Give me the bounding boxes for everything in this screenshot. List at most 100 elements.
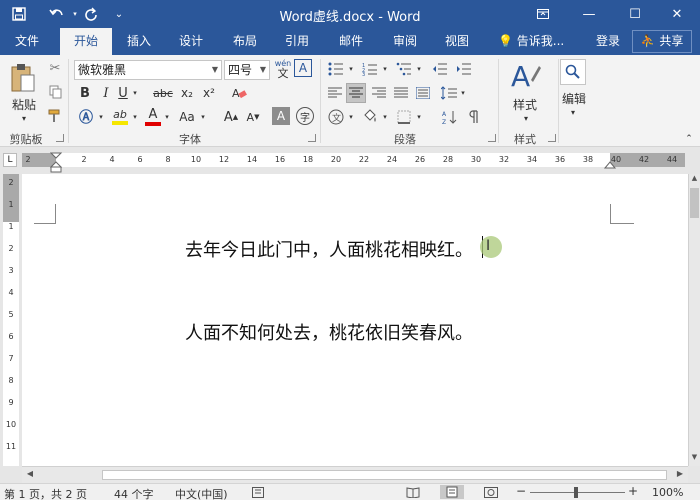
character-shading-button[interactable]: A bbox=[272, 107, 290, 125]
tab-view[interactable]: 视图 bbox=[432, 28, 482, 55]
align-left-icon[interactable] bbox=[326, 83, 344, 103]
document-line-2[interactable]: 人面不知何处去，桃花依旧笑春风。 bbox=[185, 319, 473, 345]
styles-button-label[interactable]: 样式 bbox=[506, 97, 544, 112]
copy-icon[interactable] bbox=[46, 83, 64, 101]
font-color-button[interactable]: A bbox=[144, 105, 162, 127]
scroll-right-icon[interactable]: ▶ bbox=[674, 469, 686, 478]
clear-formatting-icon[interactable]: A bbox=[230, 83, 248, 103]
paste-dropdown-icon[interactable]: ▾ bbox=[18, 113, 30, 123]
horizontal-ruler[interactable]: L 2 2 4 6 8 10 12 14 16 18 20 22 24 26 28 30 32 34 36 38 40 4… bbox=[0, 147, 700, 174]
superscript-button[interactable]: x² bbox=[200, 83, 218, 103]
scroll-down-icon[interactable]: ▼ bbox=[689, 453, 700, 465]
vertical-scrollbar[interactable]: ▲ ▼ bbox=[688, 174, 700, 466]
collapse-ribbon-icon[interactable]: ⌃ bbox=[682, 133, 696, 145]
close-button[interactable]: ✕ bbox=[654, 0, 700, 28]
ribbon-display-options-icon[interactable] bbox=[520, 0, 566, 28]
document-page[interactable]: 去年今日此门中，人面桃花相映红。 Ⅰ 人面不知何处去，桃花依旧笑春风。 bbox=[22, 174, 688, 466]
tab-home[interactable]: 开始 bbox=[60, 28, 112, 55]
numbering-icon[interactable]: 123 bbox=[360, 59, 380, 79]
bullets-icon[interactable] bbox=[326, 59, 346, 79]
tab-layout[interactable]: 布局 bbox=[220, 28, 270, 55]
scroll-up-icon[interactable]: ▲ bbox=[689, 174, 700, 186]
read-mode-icon[interactable] bbox=[406, 487, 420, 500]
share-button[interactable]: ⛹ 共享 bbox=[632, 30, 692, 53]
vertical-scroll-thumb[interactable] bbox=[690, 188, 699, 218]
line-spacing-icon[interactable] bbox=[440, 83, 458, 103]
distributed-icon[interactable] bbox=[414, 83, 432, 103]
italic-button[interactable]: I bbox=[98, 83, 114, 103]
styles-icon[interactable]: A bbox=[508, 59, 542, 95]
maximize-button[interactable]: ☐ bbox=[612, 0, 658, 28]
vertical-ruler[interactable]: 2 1 1 2 3 4 5 6 7 8 9 10 11 bbox=[3, 174, 19, 466]
macro-recording-icon[interactable] bbox=[252, 487, 264, 500]
change-case-dropdown-icon[interactable]: ▾ bbox=[198, 107, 208, 127]
find-icon[interactable] bbox=[560, 59, 586, 85]
sort-icon[interactable]: AZ bbox=[440, 107, 460, 127]
paste-icon[interactable] bbox=[8, 61, 38, 95]
borders-icon[interactable] bbox=[394, 107, 414, 127]
tab-references[interactable]: 引用 bbox=[272, 28, 322, 55]
align-right-icon[interactable] bbox=[370, 83, 388, 103]
bullets-dropdown-icon[interactable]: ▾ bbox=[346, 59, 356, 79]
zoom-slider-thumb[interactable] bbox=[574, 487, 578, 498]
editing-button-label[interactable]: 编辑 bbox=[556, 91, 592, 106]
styles-launcher-icon[interactable] bbox=[548, 134, 556, 142]
horizontal-scroll-thumb[interactable] bbox=[102, 470, 667, 480]
tab-file[interactable]: 文件 bbox=[2, 28, 52, 55]
word-count[interactable]: 44 个字 bbox=[114, 486, 154, 500]
undo-icon[interactable] bbox=[44, 0, 70, 28]
redo-icon[interactable] bbox=[80, 0, 102, 28]
styles-dropdown-icon[interactable]: ▾ bbox=[520, 113, 532, 123]
enclose-characters-button[interactable]: 字 bbox=[296, 107, 314, 125]
grow-font-button[interactable]: A ▲ bbox=[222, 107, 240, 127]
cut-icon[interactable]: ✂ bbox=[46, 59, 64, 77]
line-spacing-dropdown-icon[interactable]: ▾ bbox=[458, 83, 468, 103]
shading-dropdown-icon[interactable]: ▾ bbox=[380, 107, 390, 127]
shrink-font-button[interactable]: A ▼ bbox=[244, 107, 262, 127]
show-hide-marks-icon[interactable] bbox=[464, 107, 484, 127]
print-layout-icon[interactable] bbox=[440, 485, 464, 499]
font-color-dropdown-icon[interactable]: ▾ bbox=[162, 107, 172, 127]
phonetic-guide-button[interactable]: wén 文 bbox=[274, 58, 292, 80]
highlight-dropdown-icon[interactable]: ▾ bbox=[130, 107, 140, 127]
bold-button[interactable]: B bbox=[76, 83, 94, 103]
format-painter-icon[interactable] bbox=[46, 107, 64, 125]
justify-icon[interactable] bbox=[392, 83, 410, 103]
tab-design[interactable]: 设计 bbox=[166, 28, 216, 55]
language-indicator[interactable]: 中文(中国) bbox=[175, 486, 228, 500]
shading-icon[interactable] bbox=[360, 107, 380, 127]
editing-dropdown-icon[interactable]: ▾ bbox=[567, 107, 579, 117]
paragraph-launcher-icon[interactable] bbox=[488, 134, 496, 142]
customize-quick-access-icon[interactable]: ⌄ bbox=[112, 0, 126, 28]
page-count[interactable]: 第 1 页，共 2 页 bbox=[4, 486, 87, 500]
change-case-button[interactable]: Aa bbox=[176, 107, 198, 127]
underline-dropdown-icon[interactable]: ▾ bbox=[130, 83, 140, 103]
web-layout-icon[interactable] bbox=[484, 487, 498, 500]
document-line-1[interactable]: 去年今日此门中，人面桃花相映红。 bbox=[185, 236, 473, 262]
font-launcher-icon[interactable] bbox=[308, 134, 316, 142]
horizontal-scrollbar[interactable]: ◀ ▶ bbox=[22, 466, 688, 483]
strikethrough-button[interactable]: abc bbox=[152, 83, 174, 103]
multilevel-list-icon[interactable] bbox=[394, 59, 414, 79]
font-name-select[interactable]: 微软雅黑 ▼ bbox=[74, 60, 222, 80]
clipboard-launcher-icon[interactable] bbox=[56, 134, 64, 142]
align-center-icon[interactable] bbox=[346, 83, 366, 103]
undo-dropdown-icon[interactable]: ▾ bbox=[70, 0, 80, 28]
tell-me-box[interactable]: 💡 告诉我... bbox=[494, 28, 570, 55]
minimize-button[interactable]: — bbox=[566, 0, 612, 28]
character-border-button[interactable]: A bbox=[294, 59, 312, 77]
paste-button-label[interactable]: 粘贴 bbox=[6, 97, 42, 112]
chinese-layout-icon[interactable]: 文 bbox=[326, 107, 346, 127]
zoom-level[interactable]: 100% bbox=[652, 486, 683, 499]
borders-dropdown-icon[interactable]: ▾ bbox=[414, 107, 424, 127]
tab-review[interactable]: 审阅 bbox=[380, 28, 430, 55]
multilevel-dropdown-icon[interactable]: ▾ bbox=[414, 59, 424, 79]
indent-markers-icon[interactable] bbox=[50, 147, 62, 174]
zoom-in-button[interactable]: + bbox=[628, 484, 638, 498]
font-size-select[interactable]: 四号 ▼ bbox=[224, 60, 270, 80]
increase-indent-icon[interactable] bbox=[454, 59, 474, 79]
login-button[interactable]: 登录 bbox=[588, 28, 628, 55]
tab-insert[interactable]: 插入 bbox=[114, 28, 164, 55]
chinese-layout-dropdown-icon[interactable]: ▾ bbox=[346, 107, 356, 127]
tab-selector-icon[interactable]: L bbox=[3, 153, 17, 167]
